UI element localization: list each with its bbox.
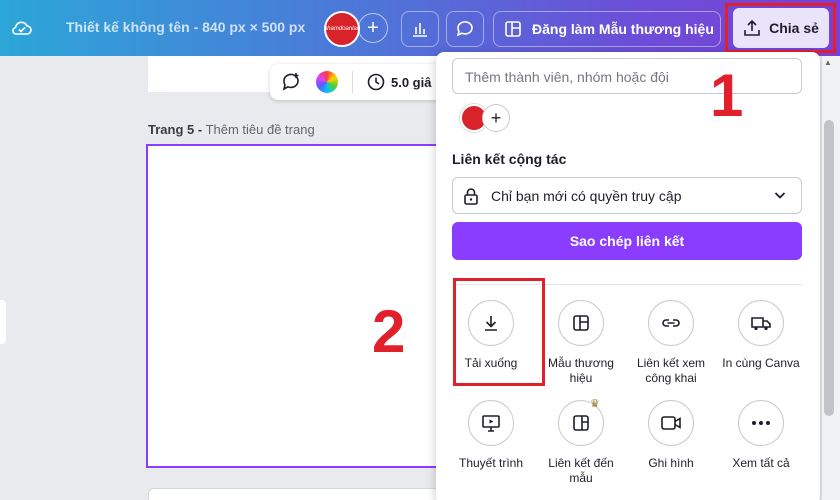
clock-icon <box>367 73 385 91</box>
print-option[interactable]: In cùng Canva <box>718 300 804 371</box>
present-option[interactable]: Thuyết trình <box>448 400 534 471</box>
access-level-value: Chỉ bạn mới có quyền truy cập <box>491 187 682 204</box>
video-camera-icon <box>661 416 681 430</box>
comment-add-icon[interactable] <box>280 71 302 93</box>
public-link-option[interactable]: Liên kết xem công khai <box>628 300 714 386</box>
record-option[interactable]: Ghi hình <box>628 400 714 471</box>
brand-button-label: Đăng làm Mẫu thương hiệu <box>532 21 714 37</box>
share-button-label: Chia sẻ <box>769 20 819 36</box>
add-collaborator-button[interactable]: + <box>358 13 388 43</box>
comment-button[interactable] <box>446 11 484 47</box>
side-panel-handle[interactable] <box>0 300 6 344</box>
upload-icon <box>744 19 760 36</box>
see-all-option[interactable]: Xem tất cả <box>718 400 804 471</box>
brand-template-label: Mẫu thương hiệu <box>548 356 614 385</box>
print-label: In cùng Canva <box>722 356 800 370</box>
download-label: Tải xuống <box>464 356 518 370</box>
publish-brand-template-button[interactable]: Đăng làm Mẫu thương hiệu <box>493 11 721 47</box>
template-link-option[interactable]: Liên kết đến mẫu <box>538 400 624 486</box>
download-icon <box>485 316 497 331</box>
cloud-saved-icon[interactable] <box>10 17 34 39</box>
download-option[interactable]: Tải xuống <box>448 300 534 371</box>
brand-template-option[interactable]: Mẫu thương hiệu <box>538 300 624 386</box>
page-duration[interactable]: 5.0 giâ <box>367 73 431 91</box>
record-label: Ghi hình <box>648 456 694 470</box>
template-icon <box>573 315 589 331</box>
insights-button[interactable] <box>401 11 439 47</box>
page-title[interactable]: Trang 5 - Thêm tiêu đề trang <box>148 122 315 137</box>
copy-link-button[interactable]: Sao chép liên kết <box>452 222 802 260</box>
color-wheel-icon[interactable] <box>316 71 338 93</box>
comment-icon <box>456 21 473 37</box>
document-title[interactable]: Thiết kế không tên - 840 px × 500 px <box>66 19 305 35</box>
step-1-annotation: 1 <box>710 62 744 129</box>
see-all-label: Xem tất cả <box>732 456 790 470</box>
more-icon <box>752 421 770 425</box>
avatar[interactable]: nhamdoanlan <box>324 11 360 47</box>
add-member-input[interactable]: Thêm thành viên, nhóm hoặc đội <box>452 58 802 94</box>
bar-chart-icon <box>413 23 427 37</box>
share-panel: Thêm thành viên, nhóm hoặc đội + Liên kế… <box>436 52 820 500</box>
avatar-text: nhamdoanlan <box>323 26 361 32</box>
template-icon <box>505 21 521 37</box>
page-subtitle: Thêm tiêu đề trang <box>202 122 315 137</box>
crown-icon: ♛ <box>590 398 600 410</box>
next-page-card <box>148 488 448 500</box>
link-icon <box>662 319 680 327</box>
template-link-label: Liên kết đến mẫu <box>548 456 614 485</box>
lock-icon <box>464 187 478 205</box>
add-person-button[interactable]: + <box>482 104 510 132</box>
scrollbar-thumb[interactable] <box>824 120 834 416</box>
public-link-label: Liên kết xem công khai <box>636 356 706 385</box>
present-icon <box>482 415 500 432</box>
truck-icon <box>751 317 771 331</box>
scroll-up-arrow-icon[interactable]: ▲ <box>824 58 832 67</box>
chevron-down-icon <box>774 192 786 199</box>
panel-divider <box>452 284 802 285</box>
page-number: Trang 5 - <box>148 122 203 137</box>
access-level-select[interactable]: Chỉ bạn mới có quyền truy cập <box>452 177 802 214</box>
collab-link-title: Liên kết cộng tác <box>452 151 567 167</box>
step-2-annotation: 2 <box>372 298 406 365</box>
share-button[interactable]: Chia sẻ <box>733 8 829 48</box>
toolbar-divider <box>352 71 353 93</box>
top-bar: Thiết kế không tên - 840 px × 500 px nha… <box>0 0 840 56</box>
duration-label: 5.0 giâ <box>391 74 432 90</box>
template-link-icon <box>573 415 589 431</box>
present-label: Thuyết trình <box>458 456 524 470</box>
